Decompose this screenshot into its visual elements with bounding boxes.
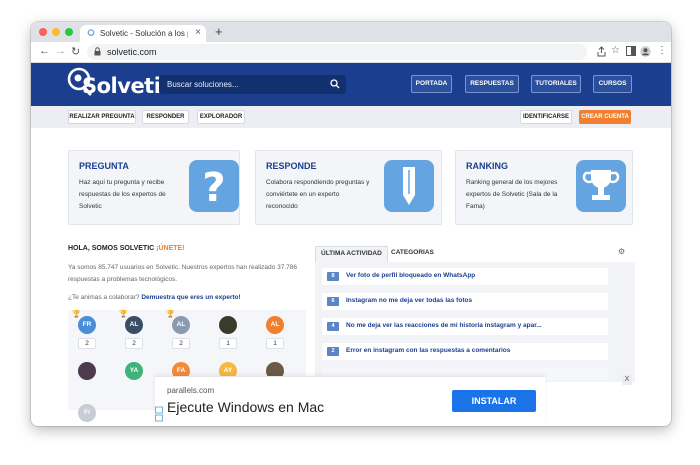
gold-trophy-icon: 🏆 bbox=[72, 311, 81, 318]
card-ranking-description: Ranking general de los mejores expertos … bbox=[466, 179, 558, 210]
community-heading: HOLA, SOMOS SOLVETIC ¡ÚNETE! bbox=[68, 245, 185, 252]
ad-banner[interactable]: parallels.com Ejecute Windows en Mac INS… bbox=[155, 376, 545, 426]
action-bar: REALIZAR PREGUNTA RESPONDER EXPLORADOR I… bbox=[31, 106, 671, 128]
tab-latest-activity[interactable]: ÚLTIMA ACTIVIDAD bbox=[315, 246, 388, 262]
community-heading-text: HOLA, SOMOS SOLVETIC bbox=[68, 245, 157, 252]
user-count: 2 bbox=[125, 338, 143, 349]
pencil-icon bbox=[384, 160, 434, 212]
reply-count-badge: 6 bbox=[327, 297, 339, 306]
reply-count-badge: 8 bbox=[327, 272, 339, 281]
profile-icon[interactable] bbox=[640, 46, 651, 57]
activity-tabs: ÚLTIMA ACTIVIDAD CATEGORIAS bbox=[315, 246, 635, 262]
community-stats: Ya somos 85.747 usuarios en Solvetic. Nu… bbox=[68, 264, 297, 283]
site-search bbox=[159, 75, 346, 94]
card-ask-title: PREGUNTA bbox=[79, 161, 129, 171]
card-answer-title: RESPONDE bbox=[266, 161, 317, 171]
search-icon[interactable] bbox=[330, 79, 340, 89]
browser-toolbar: ← → ↻ solvetic.com ☆ ⋮ bbox=[31, 42, 671, 63]
activity-link[interactable]: No me deja ver las reacciones de mi hist… bbox=[346, 322, 542, 329]
activity-link[interactable]: Error en instagram con las respuestas a … bbox=[346, 347, 510, 354]
gear-icon[interactable]: ⚙ bbox=[618, 247, 625, 256]
browser-window: Solvetic - Solución a los problemas × + … bbox=[31, 22, 671, 426]
answer-button[interactable]: RESPONDER bbox=[142, 110, 189, 124]
lock-icon bbox=[94, 47, 101, 56]
reload-icon[interactable]: ↻ bbox=[71, 45, 80, 58]
silver-trophy-icon: 🏆 bbox=[119, 311, 128, 318]
explorer-button[interactable]: EXPLORADOR bbox=[197, 110, 245, 124]
join-link[interactable]: ¡ÚNETE! bbox=[156, 245, 184, 252]
avatar[interactable]: AL bbox=[125, 316, 143, 334]
community-invite: ¿Te animas a colaborar? Demuestra que er… bbox=[68, 294, 241, 301]
login-button[interactable]: IDENTIFICARSE bbox=[520, 110, 572, 124]
back-arrow-icon[interactable]: ← bbox=[39, 45, 50, 57]
ad-install-button[interactable]: INSTALAR bbox=[452, 390, 536, 412]
card-ask-description: Haz aquí tu pregunta y recibe respuestas… bbox=[79, 179, 166, 210]
avatar[interactable]: FR bbox=[78, 316, 96, 334]
card-ranking-title: RANKING bbox=[466, 161, 508, 171]
card-ranking[interactable]: RANKING Ranking general de los mejores e… bbox=[455, 150, 633, 225]
card-ask[interactable]: PREGUNTA Haz aquí tu pregunta y recibe r… bbox=[68, 150, 240, 225]
user-count: 2 bbox=[78, 338, 96, 349]
ask-question-button[interactable]: REALIZAR PREGUNTA bbox=[68, 110, 136, 124]
reply-count-badge: 2 bbox=[327, 347, 339, 356]
activity-link[interactable]: Ver foto de perfil bloqueado en WhatsApp bbox=[346, 272, 475, 279]
become-expert-link[interactable]: Demuestra que eres un experto! bbox=[141, 294, 240, 301]
user-count: 2 bbox=[172, 338, 190, 349]
avatar[interactable]: YA bbox=[125, 362, 143, 380]
user-count: 1 bbox=[266, 338, 284, 349]
close-window-button[interactable] bbox=[39, 28, 47, 36]
trophy-icon bbox=[576, 160, 626, 212]
reply-count-badge: 4 bbox=[327, 322, 339, 331]
ad-choices-icon[interactable] bbox=[155, 406, 164, 422]
solvetic-favicon-icon bbox=[87, 29, 95, 36]
create-account-button[interactable]: CREAR CUENTA bbox=[579, 110, 631, 124]
bookmark-star-icon[interactable]: ☆ bbox=[611, 45, 620, 56]
user-card[interactable]: YA bbox=[121, 356, 149, 416]
ad-domain: parallels.com bbox=[167, 386, 215, 395]
nav-portada-button[interactable]: PORTADA bbox=[411, 75, 452, 93]
share-icon[interactable] bbox=[597, 46, 606, 57]
tab-categories[interactable]: CATEGORIAS bbox=[386, 246, 439, 262]
url-text: solvetic.com bbox=[107, 47, 157, 57]
tab-close-icon[interactable]: × bbox=[195, 27, 201, 38]
activity-link[interactable]: Instagram no me deja ver todas las fotos bbox=[346, 297, 472, 304]
browser-tab[interactable]: Solvetic - Solución a los problemas × bbox=[80, 25, 206, 42]
sidebar-icon[interactable] bbox=[626, 46, 636, 56]
activity-item[interactable]: 2 Error en instagram con las respuestas … bbox=[322, 343, 608, 360]
avatar[interactable] bbox=[219, 316, 237, 334]
activity-item[interactable]: 8 Ver foto de perfil bloqueado en WhatsA… bbox=[322, 268, 608, 285]
ad-close-button[interactable]: X bbox=[622, 375, 632, 385]
avatar[interactable]: AL bbox=[266, 316, 284, 334]
new-tab-icon[interactable]: + bbox=[215, 24, 223, 39]
nav-respuestas-button[interactable]: RESPUESTAS bbox=[465, 75, 519, 93]
card-answer-description: Colabora respondiendo preguntas y convié… bbox=[266, 179, 370, 210]
nav-tutoriales-button[interactable]: TUTORIALES bbox=[531, 75, 581, 93]
forward-arrow-icon[interactable]: → bbox=[55, 45, 66, 57]
minimize-window-button[interactable] bbox=[52, 28, 60, 36]
search-input[interactable] bbox=[167, 78, 317, 91]
avatar[interactable]: FI bbox=[78, 404, 96, 422]
site-header: Solvetic PORTADA RESPUESTAS TUTORIALES C… bbox=[31, 63, 671, 106]
activity-panel: 8 Ver foto de perfil bloqueado en WhatsA… bbox=[315, 262, 635, 382]
activity-item[interactable]: 4 No me deja ver las reacciones de mi hi… bbox=[322, 318, 608, 335]
address-bar[interactable]: solvetic.com bbox=[87, 44, 587, 60]
menu-kebab-icon[interactable]: ⋮ bbox=[657, 45, 667, 56]
avatar[interactable] bbox=[78, 362, 96, 380]
user-card[interactable]: FI bbox=[74, 398, 102, 426]
bronze-trophy-icon: 🏆 bbox=[166, 311, 175, 318]
maximize-window-button[interactable] bbox=[65, 28, 73, 36]
card-answer[interactable]: RESPONDE Colabora respondiendo preguntas… bbox=[255, 150, 442, 225]
activity-item[interactable]: 6 Instagram no me deja ver todas las fot… bbox=[322, 293, 608, 310]
nav-cursos-button[interactable]: CURSOS bbox=[593, 75, 632, 93]
tab-strip: Solvetic - Solución a los problemas × + bbox=[31, 22, 671, 42]
tab-title: Solvetic - Solución a los problemas bbox=[100, 29, 188, 38]
user-count: 1 bbox=[219, 338, 237, 349]
ad-headline[interactable]: Ejecute Windows en Mac bbox=[167, 399, 324, 415]
invite-text: ¿Te animas a colaborar? bbox=[68, 294, 142, 301]
question-icon: ? bbox=[189, 160, 239, 212]
avatar[interactable]: AL bbox=[172, 316, 190, 334]
svg-text:?: ? bbox=[202, 165, 225, 211]
